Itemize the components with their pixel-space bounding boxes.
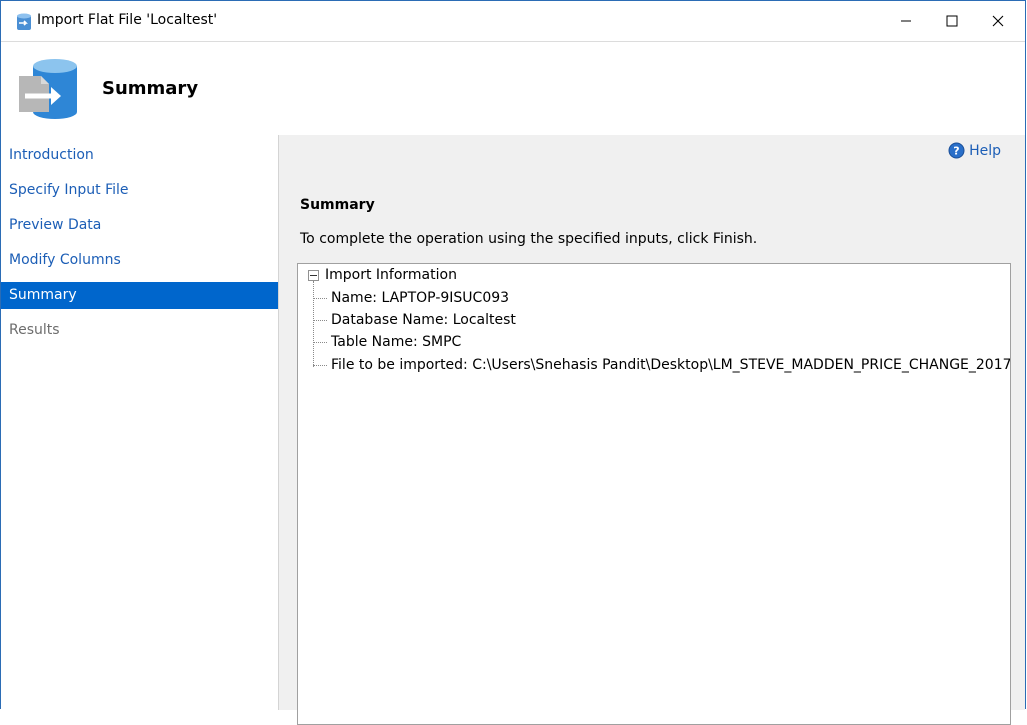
- page-header: Summary: [1, 41, 1025, 135]
- tree-node[interactable]: Name: LAPTOP-9ISUC093: [313, 287, 509, 309]
- svg-text:?: ?: [953, 145, 959, 158]
- wizard-navigation: Introduction Specify Input File Preview …: [1, 135, 279, 710]
- help-label: Help: [969, 142, 1001, 159]
- tree-node-label: File to be imported: C:\Users\Snehasis P…: [331, 357, 1011, 373]
- tree-node-label: Table Name: SMPC: [331, 334, 462, 350]
- close-button[interactable]: [975, 2, 1021, 40]
- minimize-button[interactable]: [883, 2, 929, 40]
- nav-item-specify-input-file[interactable]: Specify Input File: [1, 177, 278, 204]
- tree-node-label: Database Name: Localtest: [331, 312, 516, 328]
- window-title: Import Flat File 'Localtest': [37, 12, 218, 28]
- nav-item-results: Results: [9, 322, 60, 338]
- tree-node[interactable]: File to be imported: C:\Users\Snehasis P…: [313, 354, 1011, 376]
- tree-node[interactable]: Database Name: Localtest: [313, 309, 516, 331]
- maximize-icon: [946, 15, 958, 27]
- nav-item-introduction[interactable]: Introduction: [1, 142, 278, 169]
- tree-node-label: Name: LAPTOP-9ISUC093: [331, 290, 510, 306]
- tree-node-import-information[interactable]: Import Information: [308, 267, 457, 283]
- nav-item-modify-columns[interactable]: Modify Columns: [1, 247, 278, 274]
- database-import-icon: [19, 59, 77, 119]
- minimize-icon: [901, 20, 911, 22]
- summary-tree[interactable]: Import Information Name: LAPTOP-9ISUC093…: [297, 263, 1011, 725]
- page-title: Summary: [102, 78, 199, 99]
- help-link[interactable]: ? Help: [948, 142, 1001, 159]
- title-bar: Import Flat File 'Localtest': [1, 1, 1025, 41]
- nav-item-summary[interactable]: Summary: [1, 282, 278, 309]
- close-icon: [992, 15, 1004, 27]
- collapse-icon[interactable]: [308, 269, 319, 281]
- help-icon: ?: [948, 142, 965, 159]
- import-flat-file-window: Import Flat File 'Localtest' Summary Int…: [0, 0, 1026, 725]
- tree-root-label: Import Information: [325, 267, 457, 283]
- content-panel: ? Help Summary To complete the operation…: [279, 135, 1025, 725]
- section-title: Summary: [300, 197, 375, 213]
- tree-node[interactable]: Table Name: SMPC: [313, 331, 461, 353]
- maximize-button[interactable]: [929, 2, 975, 40]
- nav-item-preview-data[interactable]: Preview Data: [1, 212, 278, 239]
- instruction-text: To complete the operation using the spec…: [300, 231, 758, 247]
- app-icon: [17, 13, 31, 30]
